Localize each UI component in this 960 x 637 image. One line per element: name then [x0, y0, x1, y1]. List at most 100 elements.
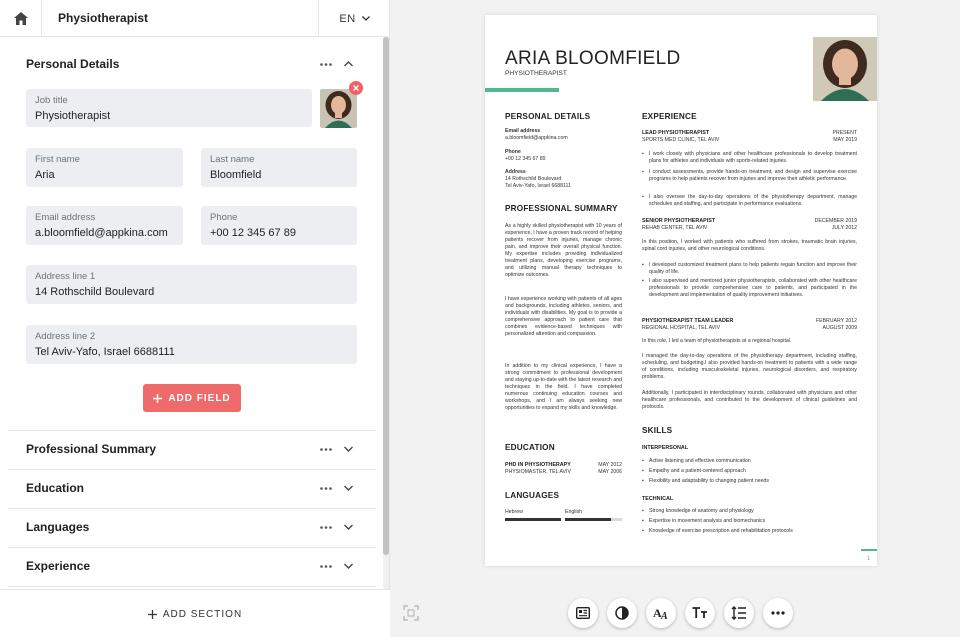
- field-value: 14 Rothschild Boulevard: [35, 286, 155, 298]
- more-options-icon[interactable]: [318, 560, 334, 572]
- last-name-field[interactable]: Last name Bloomfield: [201, 148, 357, 187]
- more-options-icon[interactable]: [318, 521, 334, 533]
- lang-bar-english-track: [565, 518, 622, 521]
- field-label: Job title: [35, 95, 68, 106]
- resume-skills-interpersonal: INTERPERSONAL: [642, 445, 689, 451]
- lang-bar-hebrew-track: [505, 518, 561, 521]
- field-value: +00 12 345 67 89: [210, 227, 296, 239]
- resume-job2-org: REHAB CENTER, TEL AVIV: [642, 225, 708, 231]
- editor-topbar: Physiotherapist EN: [0, 0, 390, 37]
- resume-job1-date-end: PRESENT: [832, 130, 857, 136]
- first-name-field[interactable]: First name Aria: [26, 148, 183, 187]
- resume-heading-education: EDUCATION: [505, 443, 555, 452]
- add-section-label: ADD SECTION: [162, 608, 243, 620]
- resume-job3-title: PHYSIOTHERAPIST TEAM LEADER: [642, 318, 734, 324]
- plus-icon: [147, 609, 157, 619]
- accent-bar: [485, 88, 559, 92]
- svg-text:A: A: [660, 611, 668, 620]
- resume-skill-item: Flexibility and adaptability to changing…: [642, 478, 857, 485]
- more-button[interactable]: [763, 598, 793, 628]
- field-label: First name: [35, 154, 80, 165]
- address-line-1-field[interactable]: Address line 1 14 Rothschild Boulevard: [26, 265, 357, 304]
- resume-photo: [813, 37, 877, 101]
- add-section-button[interactable]: ADD SECTION: [0, 590, 390, 637]
- chevron-down-icon[interactable]: [340, 560, 356, 572]
- resume-job1-org: SPORTS MED CLINIC, TEL AVIV: [642, 137, 720, 143]
- section-title: Experience: [26, 559, 91, 573]
- lang-bar-hebrew-fill: [505, 518, 561, 521]
- resume-job3-text: Additionally, I participated in interdis…: [642, 390, 857, 410]
- document-title[interactable]: Physiotherapist: [58, 11, 148, 25]
- field-value: Aria: [35, 169, 55, 181]
- section-title: Languages: [26, 520, 90, 534]
- resume-job2-date-start: JULY 2012: [831, 225, 857, 231]
- email-field[interactable]: Email address a.bloomfield@appkina.com: [26, 206, 183, 245]
- font-button[interactable]: AA: [646, 598, 676, 628]
- text-size-button[interactable]: [685, 598, 715, 628]
- field-value: Physiotherapist: [35, 110, 111, 122]
- delete-photo-button[interactable]: [349, 81, 363, 95]
- profile-photo-thumbnail[interactable]: [320, 89, 357, 128]
- phone-field[interactable]: Phone +00 12 345 67 89: [201, 206, 357, 245]
- resume-address-2: Tel Aviv-Yafo, Israel 6688111: [505, 183, 571, 189]
- chevron-down-icon[interactable]: [340, 521, 356, 533]
- contrast-icon: [615, 606, 629, 620]
- field-label: Address line 1: [35, 271, 96, 282]
- section-experience[interactable]: Experience: [8, 547, 376, 586]
- resume-job1-bullet: I also oversee the day-to-day operations…: [642, 194, 857, 208]
- more-icon: [771, 611, 785, 615]
- resume-heading-languages: LANGUAGES: [505, 491, 560, 500]
- resume-job3-text: In this role, I led a team of physiother…: [642, 338, 792, 344]
- resume-job1-bullet: I work closely with physicians and other…: [642, 151, 857, 165]
- resume-preview[interactable]: ARIA BLOOMFIELD PHYSIOTHERAPIST PERSONAL…: [485, 15, 877, 566]
- address-line-2-field[interactable]: Address line 2 Tel Aviv-Yafo, Israel 668…: [26, 325, 357, 364]
- theme-button[interactable]: [607, 598, 637, 628]
- page-accent: [861, 549, 877, 551]
- section-personal-details[interactable]: Personal Details: [8, 45, 376, 84]
- job-title-field[interactable]: Job title Physiotherapist: [26, 89, 312, 127]
- field-label: Last name: [210, 154, 255, 165]
- add-field-button[interactable]: ADD FIELD: [143, 384, 241, 412]
- line-spacing-button[interactable]: [724, 598, 754, 628]
- home-button[interactable]: [0, 0, 42, 37]
- resume-skills-technical: TECHNICAL: [642, 496, 674, 502]
- language-select[interactable]: EN: [318, 0, 390, 37]
- more-options-icon[interactable]: [318, 443, 334, 455]
- field-label: Email address: [35, 212, 96, 223]
- lang-bar-english-fill: [565, 518, 611, 521]
- section-title: Personal Details: [26, 57, 120, 71]
- resume-edu-date-end: MAY 2012: [598, 462, 622, 468]
- document-icon: [576, 607, 590, 619]
- add-field-label: ADD FIELD: [168, 392, 231, 404]
- resume-summary-p2: I have experience working with patients …: [505, 296, 622, 337]
- page-number: 1: [867, 556, 871, 562]
- resume-job2-bullet: I developed customized treatment plans t…: [642, 262, 857, 276]
- more-options-icon[interactable]: [318, 58, 334, 70]
- section-languages[interactable]: Languages: [8, 508, 376, 547]
- close-icon: [353, 85, 359, 91]
- fullscreen-icon[interactable]: [403, 605, 419, 621]
- more-options-icon[interactable]: [318, 482, 334, 494]
- field-value: Bloomfield: [210, 169, 262, 181]
- resume-address-label: Address: [505, 169, 526, 175]
- resume-job2-title: SENIOR PHYSIOTHERAPIST: [642, 218, 716, 224]
- section-education[interactable]: Education: [8, 469, 376, 508]
- resume-skill-item: Active listening and effective communica…: [642, 458, 857, 465]
- resume-phone-label: Phone: [505, 149, 521, 155]
- text-size-icon: [692, 607, 707, 618]
- template-button[interactable]: [568, 598, 598, 628]
- chevron-down-icon[interactable]: [340, 482, 356, 494]
- resume-heading-experience: EXPERIENCE: [642, 112, 697, 121]
- section-title: Education: [26, 481, 85, 495]
- section-professional-summary[interactable]: Professional Summary: [8, 430, 376, 469]
- editor-panel: Physiotherapist EN Personal Details Job …: [0, 0, 390, 637]
- scrollbar-thumb[interactable]: [383, 37, 389, 555]
- chevron-down-icon: [361, 16, 370, 21]
- resume-phone: +00 12 345 67 89: [505, 156, 546, 162]
- resume-skill-item: Knowledge of exercise prescription and r…: [642, 528, 857, 535]
- chevron-down-icon[interactable]: [340, 443, 356, 455]
- preview-toolbar: AA: [568, 598, 793, 628]
- home-icon: [13, 12, 28, 25]
- section-title: Professional Summary: [26, 442, 157, 456]
- chevron-up-icon[interactable]: [340, 58, 356, 70]
